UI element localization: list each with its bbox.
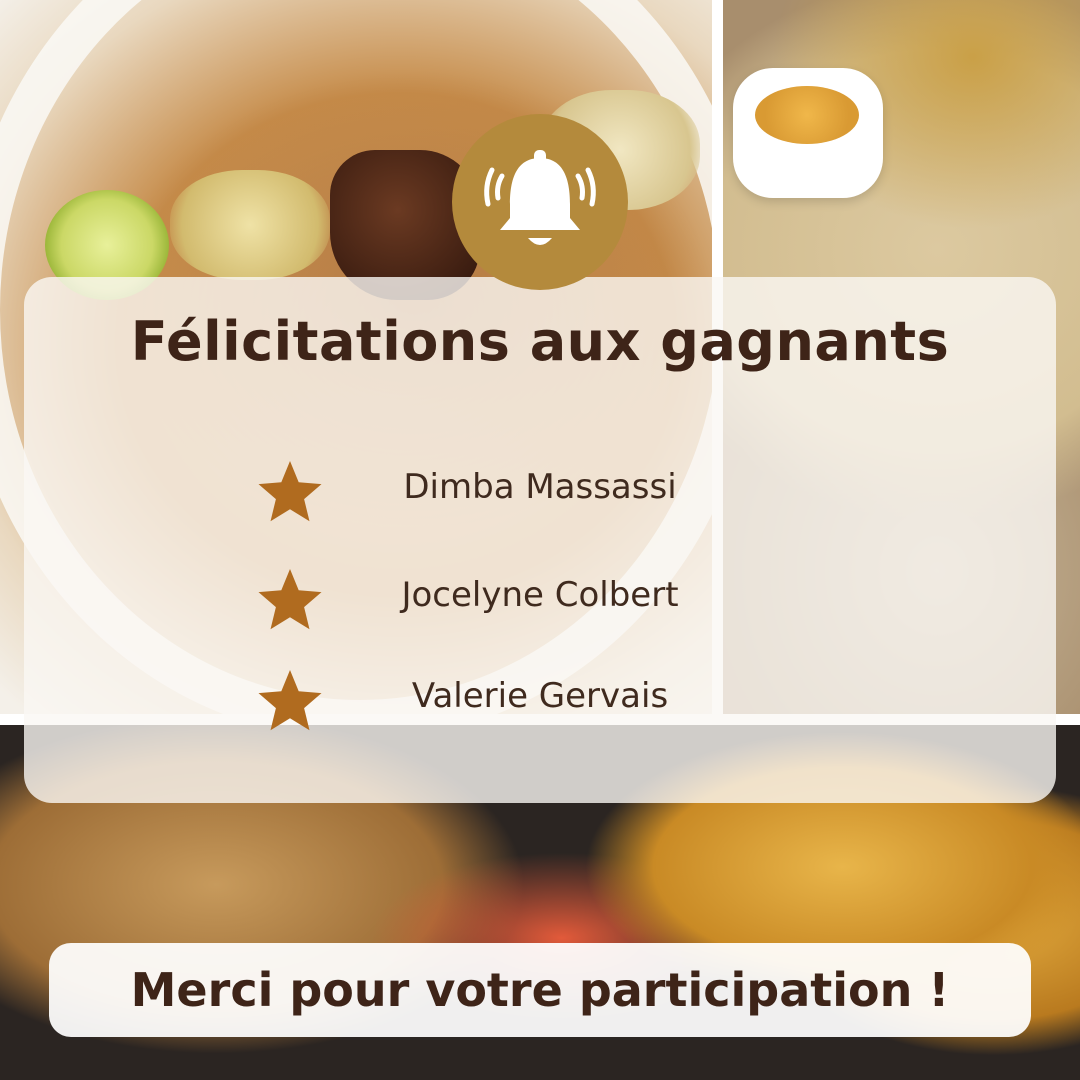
winner-item: Valerie Gervais xyxy=(0,664,1080,744)
thanks-banner: Merci pour votre participation ! xyxy=(49,943,1031,1037)
star-icon xyxy=(258,569,322,630)
winner-item: Dimba Massassi xyxy=(0,455,1080,535)
bell-ringing-icon xyxy=(484,150,596,245)
sauce xyxy=(755,86,859,144)
star-icon xyxy=(258,461,322,522)
thanks-text: Merci pour votre participation ! xyxy=(130,963,950,1017)
star-icon xyxy=(258,670,322,731)
winner-name: Dimba Massassi xyxy=(403,467,677,507)
page-title: Félicitations aux gagnants xyxy=(130,310,950,373)
winner-name: Valerie Gervais xyxy=(411,676,669,716)
cabbage-slice xyxy=(170,170,330,280)
winner-item: Jocelyne Colbert xyxy=(0,563,1080,643)
winner-name: Jocelyne Colbert xyxy=(401,575,679,615)
bell-badge xyxy=(452,114,628,290)
